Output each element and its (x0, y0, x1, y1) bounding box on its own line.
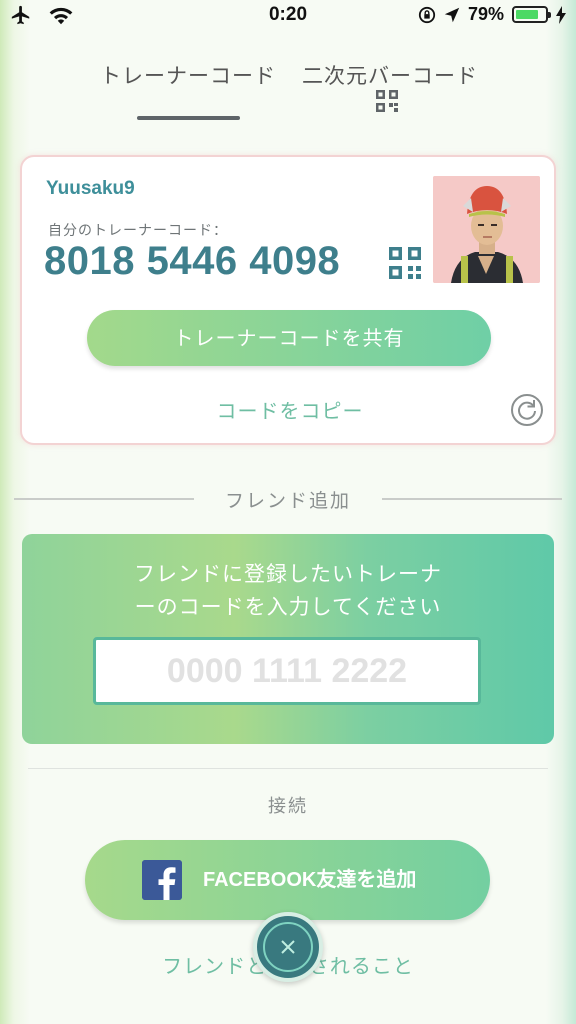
facebook-icon (142, 860, 182, 900)
divider-line (28, 768, 548, 769)
tab-trainer-code[interactable]: トレーナーコード (100, 60, 276, 90)
battery-percent: 79% (467, 4, 504, 24)
avatar-illustration (433, 176, 540, 283)
location-arrow-icon (444, 7, 460, 22)
refresh-icon[interactable] (510, 393, 544, 427)
trainer-code-label: 自分のトレーナーコード： (48, 223, 228, 239)
active-tab-indicator (137, 116, 240, 120)
connect-heading: 接続 (268, 796, 308, 817)
orientation-lock-icon (418, 6, 436, 23)
share-trainer-code-button[interactable]: トレーナーコードを共有 (87, 310, 491, 366)
tab-qr-code[interactable]: 二次元バーコード (302, 60, 478, 90)
battery-icon (512, 6, 551, 23)
add-friend-divider: フレンド追加 (0, 484, 576, 514)
close-button[interactable] (253, 912, 323, 982)
qr-code-icon[interactable] (376, 90, 398, 112)
instruction-line: ーのコードを入力してください (134, 595, 442, 619)
trainer-avatar (433, 176, 540, 283)
qr-code-icon[interactable] (389, 247, 421, 279)
add-friend-instruction: フレンドに登録したいトレーナ ーのコードを入力してください (22, 558, 554, 624)
battery-fill (516, 10, 539, 19)
status-bar: 0:20 79% (0, 0, 576, 34)
instruction-line: フレンドに登録したいトレーナ (134, 562, 442, 586)
tab-bar: トレーナーコード 二次元バーコード (0, 56, 576, 126)
trainer-code: 8018 5446 4098 (44, 239, 341, 283)
add-facebook-friends-button[interactable]: FACEBOOK友達を追加 (85, 840, 490, 920)
close-icon (281, 940, 295, 954)
charging-bolt-icon (556, 5, 566, 24)
trainer-code-input[interactable] (93, 637, 481, 705)
copy-code-link[interactable]: コードをコピー (22, 395, 558, 424)
add-friend-panel: フレンドに登録したいトレーナ ーのコードを入力してください (22, 534, 554, 744)
trainer-name: Yuusaku9 (46, 178, 135, 199)
divider-line (382, 498, 562, 500)
trainer-code-card: Yuusaku9 自分のトレーナーコード： 8018 5446 4098 トレー… (20, 155, 556, 445)
facebook-button-label: FACEBOOK友達を追加 (203, 869, 417, 891)
